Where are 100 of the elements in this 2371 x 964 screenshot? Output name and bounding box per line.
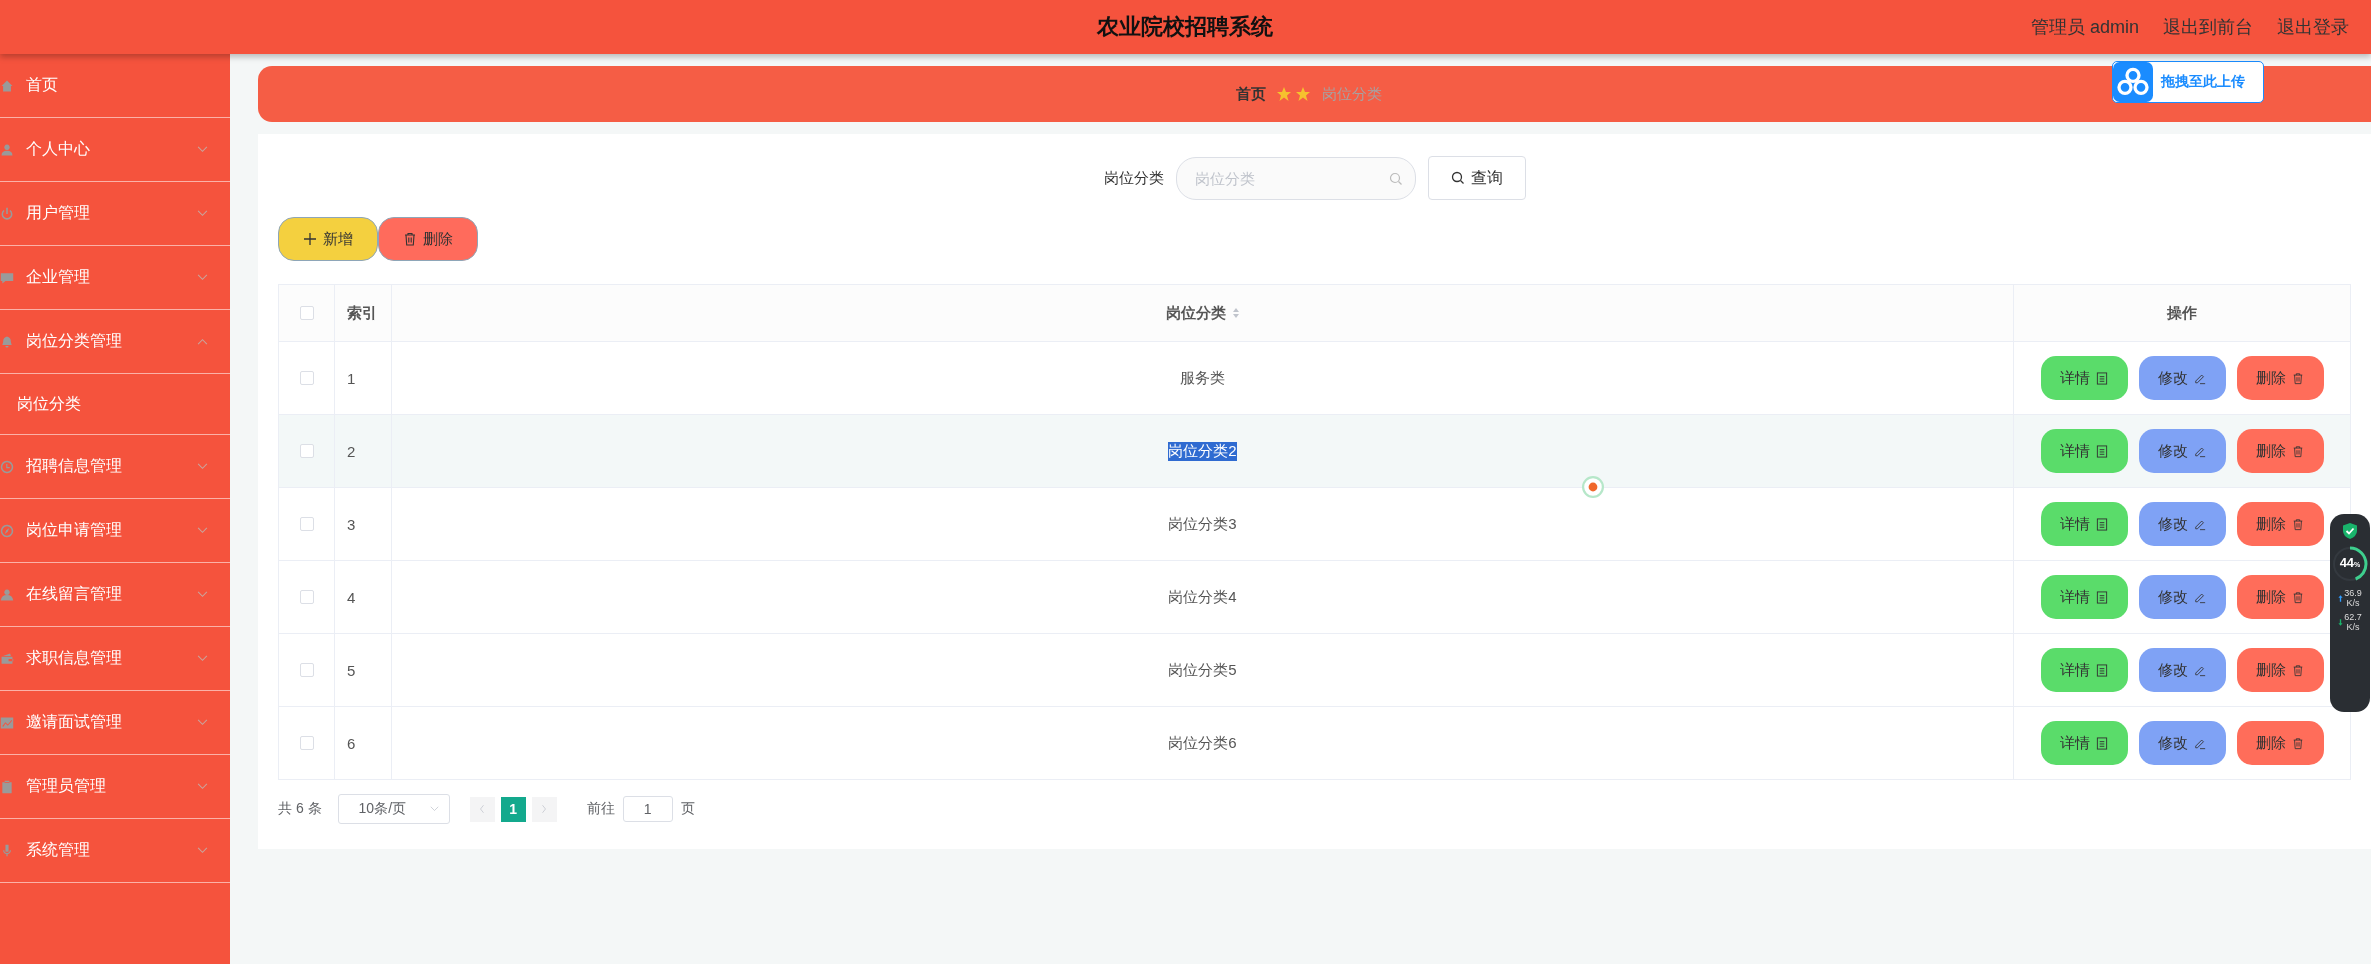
header-link[interactable]: 管理员 admin [2030,15,2139,39]
table-cell: 2 [347,442,356,460]
chevron-icon [197,719,208,726]
sidebar-item[interactable]: 招聘信息管理 [0,435,230,499]
chevron-left-icon [479,804,486,814]
edit-button[interactable]: 修改 [2138,502,2226,546]
sidebar-item[interactable]: 求职信息管理 [0,627,230,691]
previous-page-button[interactable] [469,796,495,822]
edit-button[interactable]: 修改 [2138,356,2226,400]
document-icon [2096,663,2108,677]
detail-button[interactable]: 详情 [2040,575,2128,619]
header-link[interactable]: 退出登录 [2277,15,2349,39]
row-checkbox[interactable] [299,736,314,750]
row-checkbox[interactable] [299,517,314,531]
stars-icon [1276,86,1312,102]
select-all-checkbox[interactable] [299,306,314,320]
system-title: 农业院校招聘系统 [1097,13,1273,41]
detail-button[interactable]: 详情 [2040,502,2128,546]
sort-icon[interactable] [1231,307,1240,319]
page-size-select[interactable]: 10条/页 [337,794,450,824]
download-arrow-icon [2338,617,2344,627]
header-link[interactable]: 退出到前台 [2163,15,2253,39]
detail-button[interactable]: 详情 [2040,429,2128,473]
edit-button[interactable]: 修改 [2138,429,2226,473]
usage-ring [2330,544,2370,584]
table-cell: 岗位分类4 [1168,587,1237,607]
trash-icon [2292,663,2304,677]
edit-button[interactable]: 修改 [2138,575,2226,619]
chevron-icon [197,591,208,598]
page-number[interactable]: 1 [500,796,526,822]
column-header[interactable]: 岗位分类 [1165,303,1226,323]
compass-icon [0,523,14,538]
sidebar-item[interactable]: 个人中心 [0,118,230,182]
search-icon [1450,171,1465,185]
document-icon [2096,444,2108,458]
table-cell: 岗位分类3 [1168,514,1237,534]
document-icon [2096,371,2108,385]
row-checkbox[interactable] [299,663,314,677]
chevron-right-icon [541,804,548,814]
breadcrumb-item: 岗位分类 [1322,84,1382,104]
search-label: 岗位分类 [1103,168,1164,188]
detail-button[interactable]: 详情 [2040,721,2128,765]
delete-button[interactable]: 删除 [2236,502,2324,546]
table-cell: 1 [347,369,356,387]
sidebar-item[interactable]: 系统管理 [0,819,230,883]
sidebar-item[interactable]: 邀请面试管理 [0,691,230,755]
sidebar-item[interactable]: 岗位申请管理 [0,499,230,563]
row-checkbox[interactable] [299,444,314,458]
sidebar-item[interactable]: 管理员管理 [0,755,230,819]
table-cell: 6 [347,734,356,752]
upload-arrow-icon [2338,593,2344,603]
table-row-hover[interactable]: 2 岗位分类2 详情 修改 删除 [279,414,2350,487]
home-icon [0,78,14,93]
sidebar-item[interactable]: 在线留言管理 [0,563,230,627]
microphone-icon [0,843,14,858]
edit-button[interactable]: 修改 [2138,648,2226,692]
chevron-icon [197,527,208,534]
search-button[interactable]: 查询 [1427,156,1526,200]
delete-button[interactable]: 删除 [2236,721,2324,765]
sidebar-item[interactable]: 用户管理 [0,182,230,246]
add-button[interactable]: 新增 [278,217,378,261]
search-field[interactable]: 岗位分类 [1175,156,1416,200]
plus-icon [303,232,317,246]
chevron-icon [197,463,208,470]
bell-icon [0,334,14,349]
sidebar-item[interactable]: 首页 [0,54,230,118]
table-cell: 岗位分类5 [1168,660,1237,680]
delete-button[interactable]: 删除 [378,217,478,261]
chevron-icon [197,783,208,790]
table-cell: 岗位分类2 [1168,441,1237,461]
chevron-icon [429,806,439,812]
person-icon [0,587,14,602]
sidebar-item[interactable]: 企业管理 [0,246,230,310]
total-count: 共 6 条 [278,800,322,818]
table-cell: 岗位分类6 [1168,733,1237,753]
trash-icon [2292,371,2304,385]
row-checkbox[interactable] [299,590,314,604]
chart-icon [0,715,14,730]
breadcrumb-item[interactable]: 首页 [1236,84,1266,104]
delete-button[interactable]: 删除 [2236,575,2324,619]
clipboard-icon [0,779,14,794]
goto-page-field[interactable]: 1 [622,796,673,822]
edit-button[interactable]: 修改 [2138,721,2226,765]
cloud-icon [2113,62,2153,102]
upload-widget[interactable]: 拖拽至此上传 [2112,61,2264,103]
trash-icon [403,232,417,246]
clock-icon [0,459,14,474]
chevron-icon [197,146,208,153]
delete-button[interactable]: 删除 [2236,429,2324,473]
next-page-button[interactable] [531,796,557,822]
detail-button[interactable]: 详情 [2040,356,2128,400]
shield-icon [2342,522,2358,540]
detail-button[interactable]: 详情 [2040,648,2128,692]
row-checkbox[interactable] [299,371,314,385]
delete-button[interactable]: 删除 [2236,356,2324,400]
chevron-icon [197,210,208,217]
table-cell: 5 [347,661,356,679]
delete-button[interactable]: 删除 [2236,648,2324,692]
goto-label: 前往 [586,800,615,818]
table-cell: 服务类 [1180,368,1225,388]
